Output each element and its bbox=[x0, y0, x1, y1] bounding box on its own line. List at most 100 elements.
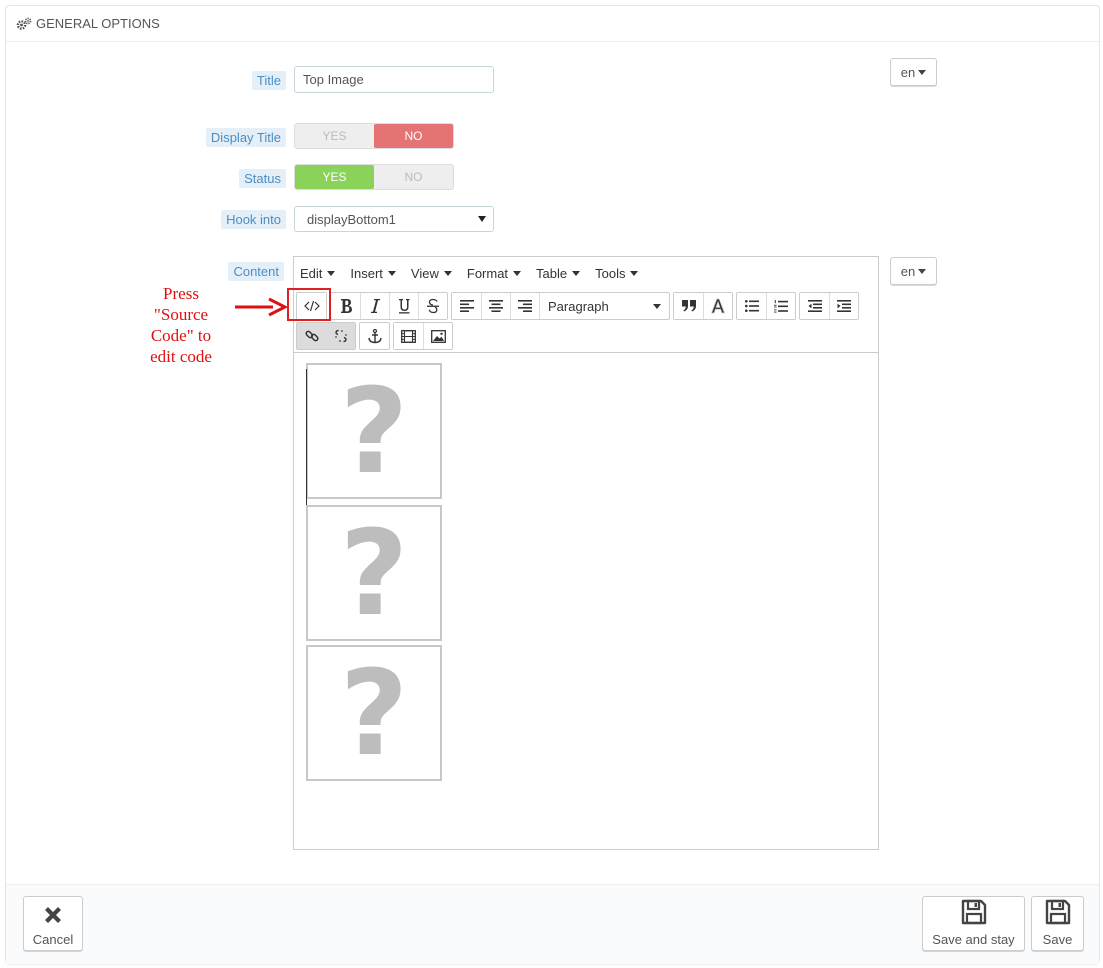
caret-down-icon bbox=[918, 69, 927, 75]
panel-title: GENERAL OPTIONS bbox=[36, 16, 160, 31]
outdent-icon bbox=[807, 300, 822, 312]
image-icon bbox=[430, 329, 446, 343]
broken-image-placeholder[interactable]: ? bbox=[306, 363, 442, 499]
unlink-icon bbox=[335, 329, 347, 343]
close-icon bbox=[42, 904, 64, 929]
display-title-label: Display Title bbox=[205, 128, 286, 147]
panel-heading: GENERAL OPTIONS bbox=[6, 6, 1099, 42]
alignment-group: Paragraph bbox=[451, 292, 670, 320]
menu-insert[interactable]: Insert bbox=[350, 266, 396, 281]
floppy-disk-icon bbox=[960, 898, 988, 929]
link-group bbox=[296, 322, 356, 350]
strikethrough-button[interactable] bbox=[418, 293, 447, 319]
bold-button[interactable] bbox=[331, 293, 360, 319]
status-label: Status bbox=[239, 169, 286, 188]
indent-button[interactable] bbox=[829, 293, 858, 319]
numbered-list-button[interactable] bbox=[766, 293, 795, 319]
align-left-icon bbox=[459, 300, 474, 312]
text-cursor bbox=[306, 369, 307, 505]
text-color-button[interactable] bbox=[703, 293, 732, 319]
caret-down-icon bbox=[653, 304, 661, 309]
language-code: en bbox=[900, 263, 916, 279]
menu-edit[interactable]: Edit bbox=[300, 266, 336, 281]
outdent-button[interactable] bbox=[800, 293, 829, 319]
toolbar-row-1: Paragraph bbox=[296, 292, 862, 320]
bullet-list-button[interactable] bbox=[737, 293, 766, 319]
save-and-stay-label: Save and stay bbox=[932, 932, 1015, 947]
annotation-text: Press "Source Code" to edit code bbox=[133, 283, 229, 367]
text-color-icon bbox=[710, 298, 726, 314]
numbered-list-icon bbox=[774, 299, 788, 312]
save-label: Save bbox=[1042, 932, 1073, 947]
align-left-button[interactable] bbox=[452, 293, 481, 319]
unlink-button[interactable] bbox=[326, 323, 355, 349]
anchor-icon bbox=[367, 328, 382, 343]
underline-button[interactable] bbox=[389, 293, 418, 319]
toolbar-row-2 bbox=[296, 322, 456, 350]
bullet-list-icon bbox=[744, 300, 759, 312]
annotation-line: "Source bbox=[153, 305, 209, 324]
save-and-stay-button[interactable]: Save and stay bbox=[922, 896, 1025, 951]
rich-text-editor: Edit Insert View Format Table Tools Para… bbox=[293, 256, 879, 850]
block-format-select[interactable]: Paragraph bbox=[539, 293, 669, 319]
title-input[interactable] bbox=[294, 66, 494, 93]
menu-format[interactable]: Format bbox=[467, 266, 522, 281]
content-label: Content bbox=[228, 262, 284, 281]
caret-down-icon bbox=[327, 270, 336, 276]
insert-video-button[interactable] bbox=[394, 323, 423, 349]
underline-icon bbox=[399, 299, 410, 314]
caret-down-icon bbox=[918, 268, 927, 274]
indent-group bbox=[799, 292, 859, 320]
title-label: Title bbox=[251, 71, 286, 90]
quote-icon bbox=[681, 300, 696, 312]
text-style-group bbox=[330, 292, 448, 320]
hook-into-select[interactable]: displayBottom1 bbox=[294, 206, 494, 232]
hook-into-label: Hook into bbox=[221, 210, 286, 229]
broken-image-placeholder[interactable]: ? bbox=[306, 645, 442, 781]
anchor-button[interactable] bbox=[360, 323, 389, 349]
status-switch: YES NO bbox=[294, 164, 454, 190]
display-title-yes-option[interactable]: YES bbox=[295, 124, 374, 148]
menu-tools[interactable]: Tools bbox=[595, 266, 639, 281]
blockquote-button[interactable] bbox=[674, 293, 703, 319]
editor-menubar: Edit Insert View Format Table Tools bbox=[294, 257, 878, 289]
cancel-button[interactable]: Cancel bbox=[23, 896, 83, 951]
italic-icon bbox=[371, 299, 380, 313]
caret-down-icon bbox=[387, 270, 396, 276]
insert-image-button[interactable] bbox=[423, 323, 452, 349]
content-language-dropdown[interactable]: en bbox=[890, 257, 937, 285]
italic-button[interactable] bbox=[360, 293, 389, 319]
menu-table[interactable]: Table bbox=[536, 266, 581, 281]
bold-icon bbox=[340, 299, 352, 313]
caret-down-icon bbox=[478, 216, 486, 222]
status-yes-option[interactable]: YES bbox=[295, 165, 374, 189]
film-icon bbox=[401, 329, 416, 343]
display-title-switch: YES NO bbox=[294, 123, 454, 149]
floppy-disk-icon bbox=[1044, 898, 1072, 929]
strikethrough-icon bbox=[427, 298, 439, 314]
block-format-value: Paragraph bbox=[548, 298, 609, 314]
annotation-line: Code" to bbox=[150, 326, 212, 345]
editor-toolbar: Paragraph bbox=[294, 289, 878, 353]
caret-down-icon bbox=[443, 270, 452, 276]
hook-into-value: displayBottom1 bbox=[307, 211, 396, 227]
anchor-group bbox=[359, 322, 390, 350]
save-button[interactable]: Save bbox=[1031, 896, 1084, 951]
media-group bbox=[393, 322, 453, 350]
insert-link-button[interactable] bbox=[297, 323, 326, 349]
menu-view[interactable]: View bbox=[411, 266, 452, 281]
caret-down-icon bbox=[513, 270, 522, 276]
cancel-label: Cancel bbox=[32, 932, 74, 947]
quote-color-group bbox=[673, 292, 733, 320]
link-icon bbox=[304, 330, 319, 342]
align-right-button[interactable] bbox=[510, 293, 539, 319]
indent-icon bbox=[837, 300, 851, 312]
align-center-button[interactable] bbox=[481, 293, 510, 319]
broken-image-placeholder[interactable]: ? bbox=[306, 505, 442, 641]
title-language-dropdown[interactable]: en bbox=[890, 58, 937, 86]
display-title-no-option[interactable]: NO bbox=[374, 124, 453, 148]
caret-down-icon bbox=[572, 270, 581, 276]
status-no-option[interactable]: NO bbox=[374, 165, 453, 189]
panel-footer: Cancel Save and stay Save bbox=[6, 884, 1099, 964]
source-code-highlight bbox=[287, 288, 331, 321]
